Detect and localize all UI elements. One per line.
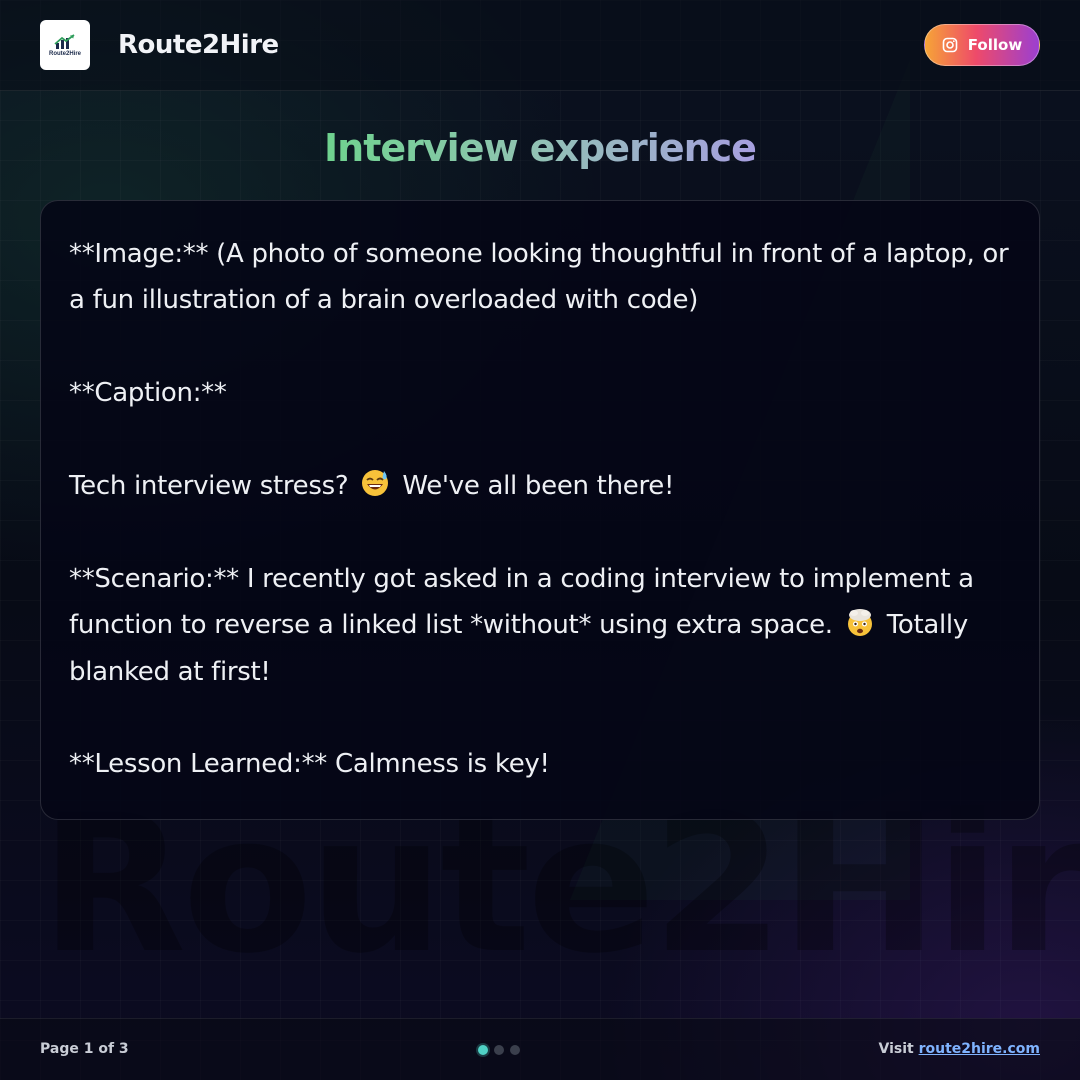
follow-button[interactable]: Follow (924, 24, 1040, 66)
stress-line-text-after: We've all been there! (402, 471, 675, 501)
caption-heading: **Caption:** (69, 378, 227, 409)
post-page: Route2Hire Route2Hire Route2Hire Follow … (0, 0, 1080, 1080)
pagination-dot-3[interactable] (510, 1045, 520, 1055)
stress-line-text: Tech interview stress? (69, 471, 349, 501)
pagination-dot-2[interactable] (494, 1045, 504, 1055)
scenario-text-before: **Scenario:** I recently got asked in a … (69, 563, 974, 641)
post-content-card: **Image:** (A photo of someone looking t… (40, 200, 1040, 820)
pagination-dots (478, 1045, 520, 1055)
visit-label: Visit (878, 1041, 914, 1057)
brand-name: Route2Hire (118, 30, 279, 60)
footer-bar: Page 1 of 3 Visit route2hire.com (0, 1018, 1080, 1080)
stress-line: Tech interview stress? We've all been th… (69, 463, 1011, 509)
page-title-text: Interview experience (324, 126, 757, 170)
logo-text: Route2Hire (48, 50, 81, 57)
grinning-sweat-emoji-icon (362, 470, 389, 496)
instagram-icon (942, 37, 958, 53)
chart-arrow-icon (54, 33, 75, 49)
visit-website: Visit route2hire.com (879, 1041, 1041, 1057)
exploding-head-emoji-icon (847, 609, 872, 637)
follow-label: Follow (967, 36, 1023, 54)
pagination-dot-1[interactable] (478, 1045, 488, 1055)
page-title: Interview experience (0, 120, 1080, 176)
page-indicator-text: Page 1 of 3 (40, 1041, 129, 1057)
scenario-text: **Scenario:** I recently got asked in a … (69, 556, 1011, 695)
website-link[interactable]: route2hire.com (919, 1041, 1040, 1057)
image-description-text: **Image:** (A photo of someone looking t… (69, 239, 1009, 316)
brand-logo: Route2Hire (40, 20, 90, 70)
lesson-learned-text: **Lesson Learned:** Calmness is key! (69, 749, 550, 780)
header-bar: Route2Hire Route2Hire Follow (0, 0, 1080, 91)
